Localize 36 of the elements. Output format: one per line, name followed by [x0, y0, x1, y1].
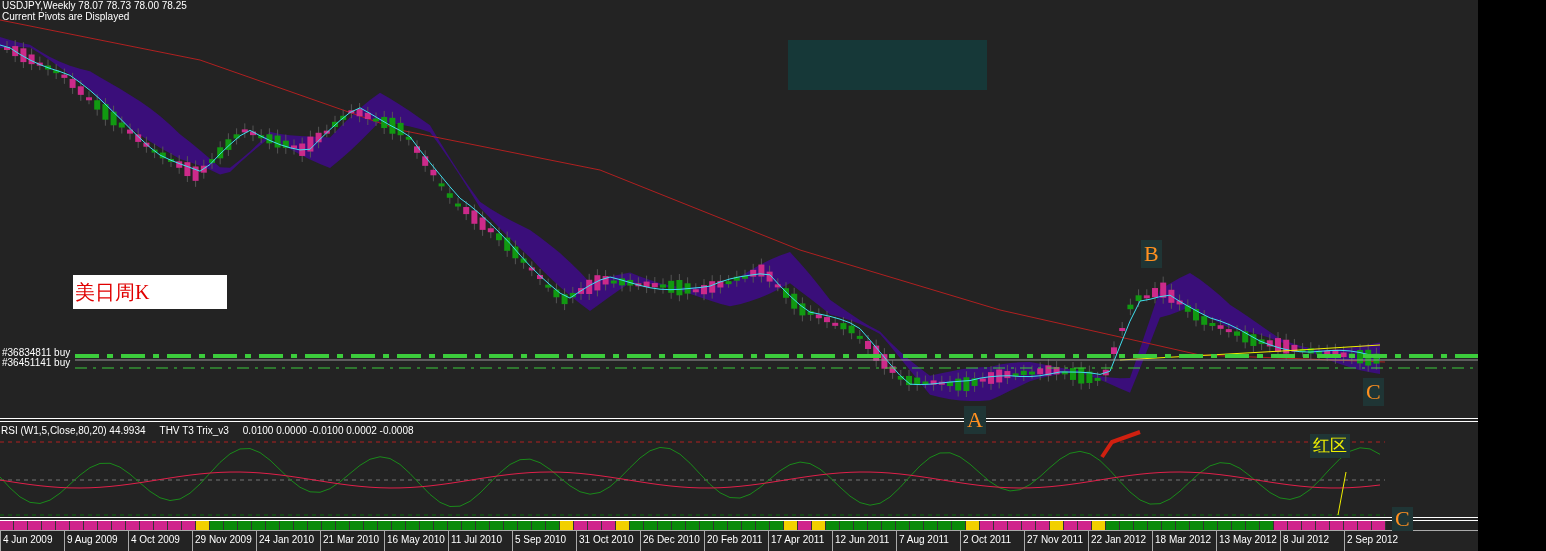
- time-axis-label: 31 Oct 2010: [576, 531, 640, 551]
- time-axis-label: 21 Mar 2010: [320, 531, 384, 551]
- time-axis-label: 29 Nov 2009: [192, 531, 256, 551]
- time-axis-label: 20 Feb 2011: [704, 531, 768, 551]
- time-axis-label: 17 Apr 2011: [768, 531, 832, 551]
- time-axis-label: 2 Oct 2011: [960, 531, 1024, 551]
- time-axis-label: 4 Oct 2009: [128, 531, 192, 551]
- highlight-stroke: [1100, 430, 1141, 459]
- time-axis-label: 12 Jun 2011: [832, 531, 896, 551]
- pivots-note: Current Pivots are Displayed: [2, 11, 131, 22]
- order-line-label: #36834811 buy: [2, 348, 71, 358]
- trix-values: 0.0100 0.0000 -0.0100 0.0002 -0.0008: [242, 425, 414, 437]
- chart-annotation: 美日周K: [73, 275, 227, 309]
- chart-header: USDJPY,Weekly 78.07 78.73 78.00 78.25: [2, 0, 188, 11]
- wave-label: A: [964, 406, 986, 434]
- rsi-label: RSI (W1,5,Close,80,20) 44.9934: [1, 425, 146, 437]
- time-axis-label: 11 Jul 2010: [448, 531, 512, 551]
- time-axis-label: 27 Nov 2011: [1024, 531, 1088, 551]
- time-axis-label: 5 Sep 2010: [512, 531, 576, 551]
- time-axis-label: 8 Jul 2012: [1280, 531, 1344, 551]
- zone-label: 红区: [1310, 434, 1350, 458]
- wave-label: B: [1141, 240, 1162, 268]
- time-axis-label: 24 Jan 2010: [256, 531, 320, 551]
- time-axis-label: 26 Dec 2010: [640, 531, 704, 551]
- time-axis-label: 2 Sep 2012: [1344, 531, 1408, 551]
- time-axis-label: 22 Jan 2012: [1088, 531, 1152, 551]
- time-axis-label: 9 Aug 2009: [64, 531, 128, 551]
- wave-label: C: [1392, 507, 1413, 531]
- time-axis-label: 18 Mar 2012: [1152, 531, 1216, 551]
- time-axis-label: 7 Aug 2011: [896, 531, 960, 551]
- time-axis-label: 16 May 2010: [384, 531, 448, 551]
- order-line-label: #36451141 buy: [2, 358, 71, 368]
- wave-label: C: [1363, 378, 1384, 406]
- time-axis-label: 4 Jun 2009: [0, 531, 64, 551]
- trix-label: THV T3 Trix_v3: [159, 425, 229, 437]
- time-axis-label: 13 May 2012: [1216, 531, 1280, 551]
